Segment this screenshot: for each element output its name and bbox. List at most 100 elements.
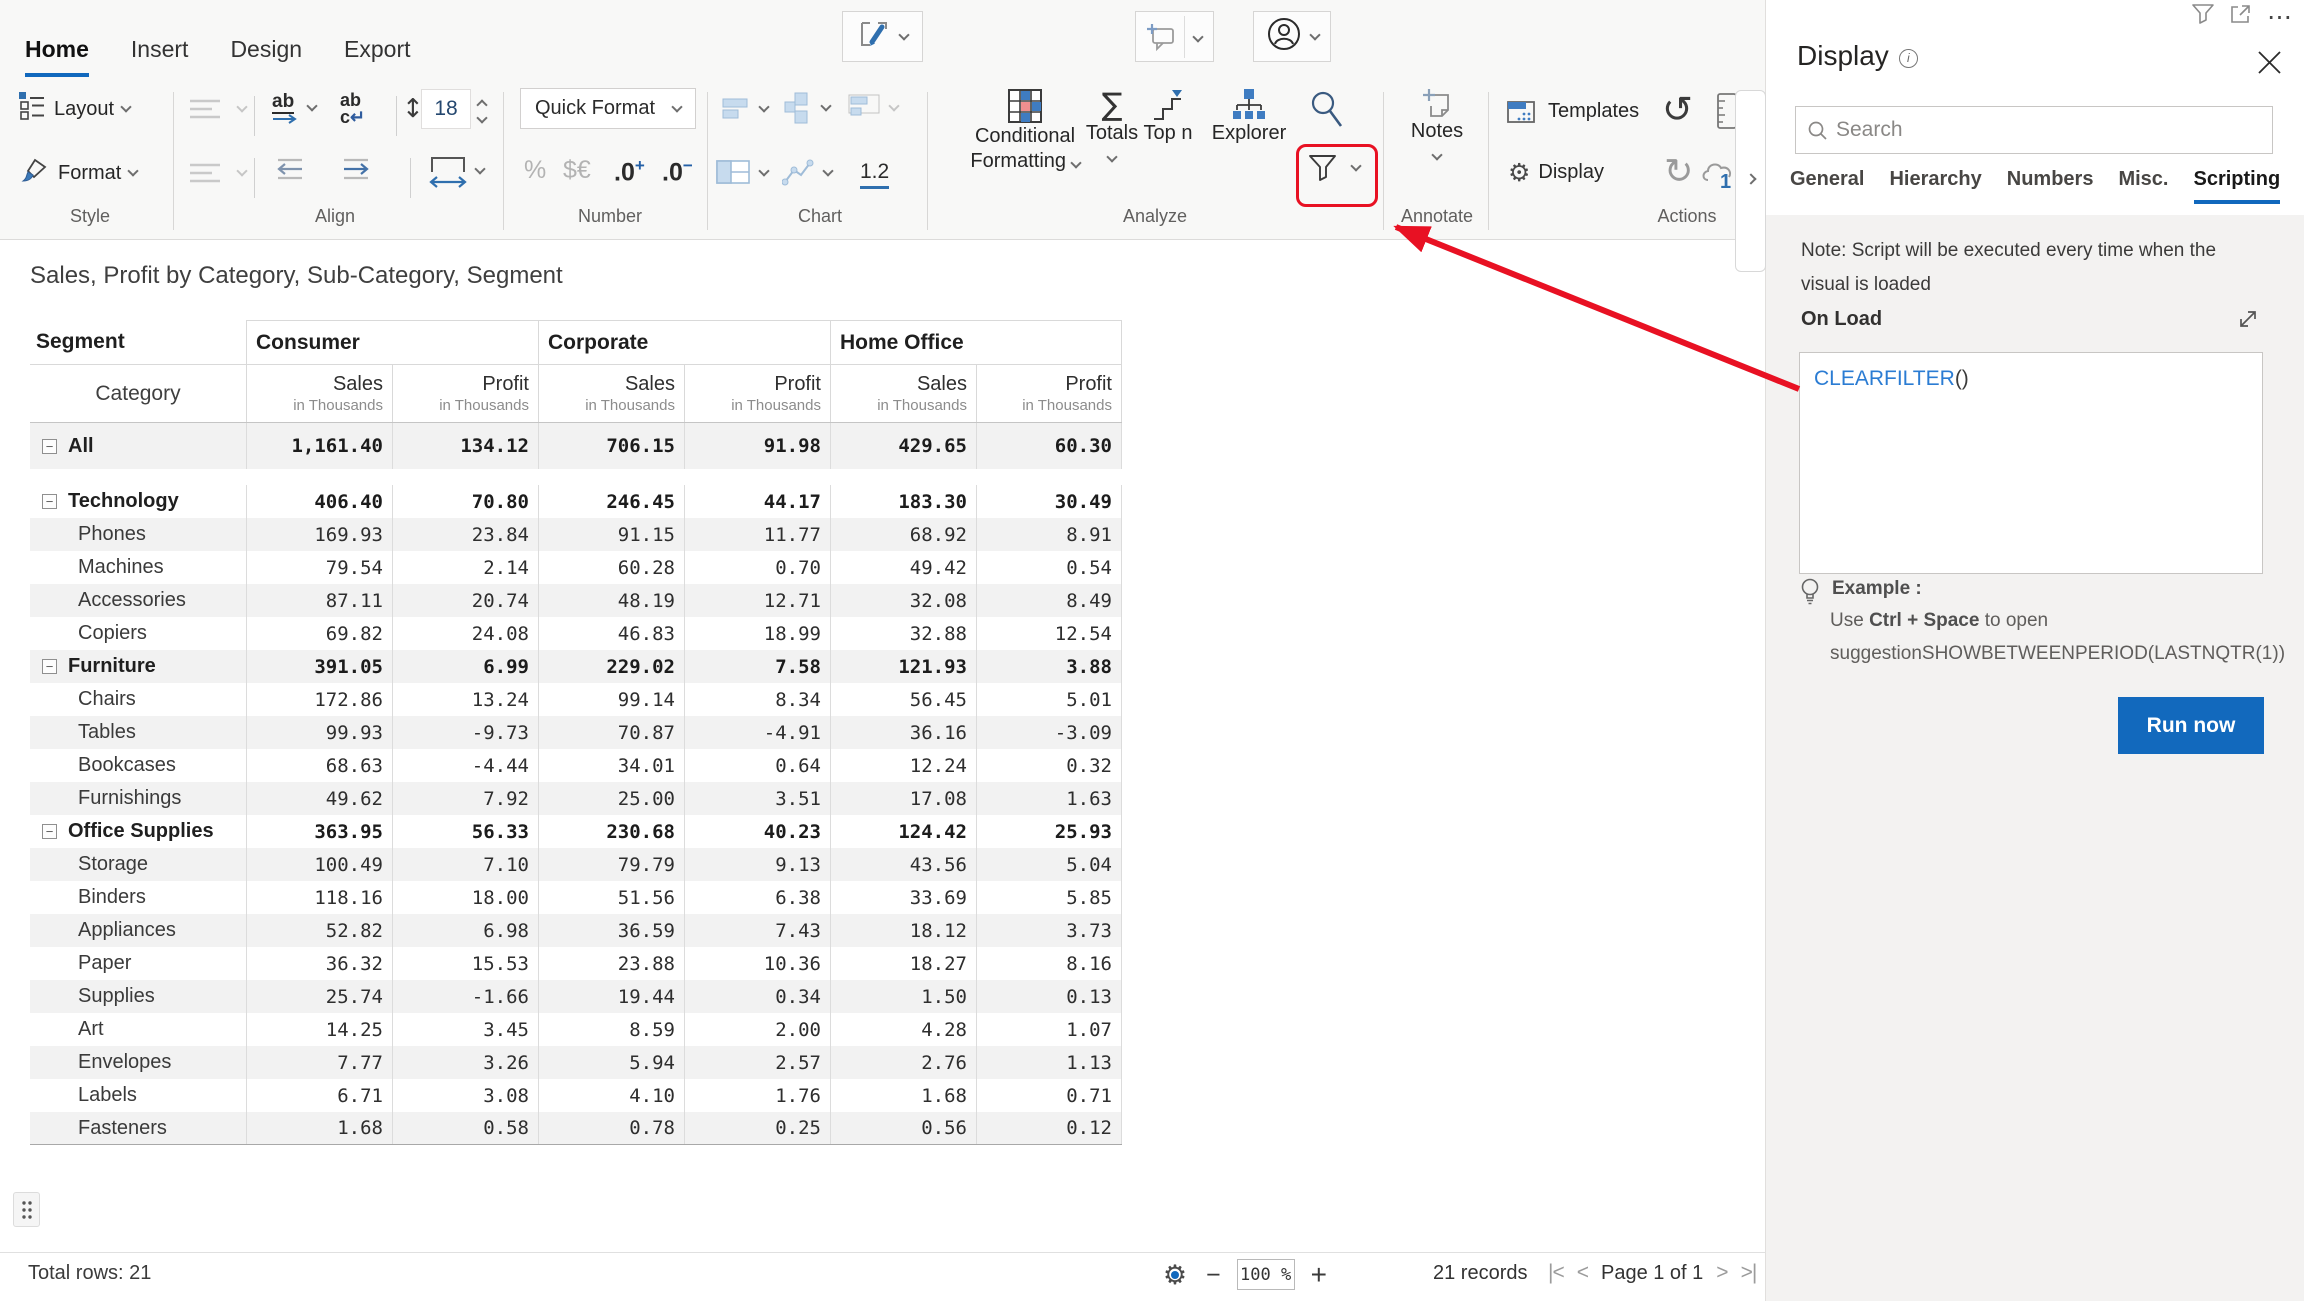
table-row[interactable]: Tables99.93-9.7370.87-4.9136.16-3.09 [30,716,1122,749]
table-row[interactable]: Labels6.713.084.101.761.680.71 [30,1079,1122,1112]
text-overflow-button[interactable]: ab [272,92,316,124]
tab-scripting[interactable]: Scripting [2194,168,2281,204]
tab-home[interactable]: Home [25,36,89,77]
decrease-decimals-button[interactable]: .0− [662,156,693,187]
indent-decrease-button[interactable] [272,158,306,180]
table-row[interactable]: Envelopes7.773.265.942.572.761.13 [30,1046,1122,1079]
tab-hierarchy[interactable]: Hierarchy [1889,168,1981,204]
info-icon[interactable]: i [1899,49,1918,68]
table-row[interactable]: Binders118.1618.0051.566.3833.695.85 [30,881,1122,914]
table-row[interactable]: −All1,161.40134.12706.1591.98429.6560.30 [30,423,1122,469]
templates-button[interactable]: Templates [1506,96,1639,126]
table-row[interactable]: −Furniture391.056.99229.027.58121.933.88 [30,650,1122,683]
close-panel-button[interactable] [2257,50,2282,80]
table-row[interactable]: Bookcases68.63-4.4434.010.6412.240.32 [30,749,1122,782]
wrap-text-button[interactable]: ab c↵ [340,92,365,126]
table-row[interactable]: −Office Supplies363.9556.33230.6840.2312… [30,815,1122,848]
align-vertical-button[interactable] [190,162,246,184]
panel-filter-icon[interactable] [2192,4,2214,29]
script-editor[interactable]: CLEARFILTER() [1799,352,2263,574]
popout-icon[interactable] [2230,4,2251,29]
collapse-toggle[interactable]: − [42,659,57,674]
measure-header-2-0[interactable]: Salesin Thousands [830,365,976,422]
search-data-button[interactable] [1308,90,1346,130]
currency-format-button[interactable]: $€ [563,156,591,185]
group-header-1[interactable]: Corporate [538,320,830,364]
table-row[interactable]: Supplies25.74-1.6619.440.341.500.13 [30,980,1122,1013]
collapse-toggle[interactable]: − [42,439,57,454]
tab-numbers[interactable]: Numbers [2007,168,2094,204]
measure-header-0-1[interactable]: Profitin Thousands [392,365,538,422]
table-row[interactable]: Storage100.497.1079.799.1343.565.04 [30,848,1122,881]
comment-button[interactable] [1135,11,1214,62]
search-input[interactable] [1836,118,2260,142]
increase-decimals-button[interactable]: .0+ [614,156,645,187]
collapse-toggle[interactable]: − [42,494,57,509]
tab-general[interactable]: General [1790,168,1864,204]
chart-bars-button[interactable] [722,96,768,122]
expand-editor-button[interactable] [2237,308,2259,335]
indent-increase-button[interactable] [340,158,374,180]
zoom-out-button[interactable]: − [1206,1262,1221,1288]
layout-button[interactable]: Layout [18,91,130,127]
zoom-level-input[interactable]: 100 % [1237,1259,1295,1290]
redo-button[interactable]: ↻ [1664,152,1693,192]
chart-hierarchy-button[interactable] [782,92,830,124]
table-row[interactable]: Fasteners1.680.580.780.250.560.12 [30,1112,1122,1145]
conditional-formatting-button[interactable]: Conditional Formatting [962,88,1088,174]
top-n-button[interactable]: Top n [1138,88,1198,145]
explorer-button[interactable]: Explorer [1205,88,1293,145]
table-row[interactable]: Machines79.542.1460.280.7049.420.54 [30,551,1122,584]
last-page-button[interactable]: >| [1741,1261,1757,1285]
measure-header-1-0[interactable]: Salesin Thousands [538,365,684,422]
table-row[interactable]: −Technology406.4070.80246.4544.17183.303… [30,485,1122,518]
font-size-input[interactable]: 18 [421,89,471,129]
measure-header-0-0[interactable]: Salesin Thousands [246,365,392,422]
first-page-button[interactable]: |< [1548,1261,1564,1285]
table-row[interactable]: Art14.253.458.592.004.281.07 [30,1013,1122,1046]
measure-header-1-1[interactable]: Profitin Thousands [684,365,830,422]
cell-width-button[interactable] [428,154,484,188]
table-row[interactable]: Copiers69.8224.0846.8318.9932.8812.54 [30,617,1122,650]
filter-button[interactable] [1308,154,1360,182]
table-row[interactable]: Appliances52.826.9836.597.4318.123.73 [30,914,1122,947]
table-row[interactable]: Phones169.9323.8491.1511.7768.928.91 [30,518,1122,551]
measure-header-2-1[interactable]: Profitin Thousands [976,365,1122,422]
group-header-0[interactable]: Consumer [246,320,538,364]
tab-export[interactable]: Export [344,36,410,77]
collapse-toggle[interactable]: − [42,824,57,839]
chart-table-button[interactable] [716,160,768,186]
percent-format-button[interactable]: % [524,156,546,185]
next-page-button[interactable]: > [1716,1261,1727,1285]
decimal-display-button[interactable]: 1.2 [860,160,889,189]
table-settings-button[interactable]: ⚙ [1160,1260,1190,1290]
totals-button[interactable]: ∑ Totals [1080,88,1144,161]
group-header-2[interactable]: Home Office [830,320,1122,364]
quick-format-dropdown[interactable]: Quick Format [520,88,696,129]
tab-insert[interactable]: Insert [131,36,189,77]
table-row[interactable]: Accessories87.1120.7448.1912.7132.088.49 [30,584,1122,617]
cloud-sync-button[interactable]: 1 [1700,156,1736,192]
format-button[interactable]: Format [20,155,137,191]
align-horizontal-button[interactable] [190,98,246,120]
zoom-in-button[interactable]: + [1311,1262,1327,1288]
drag-handle[interactable] [13,1192,40,1227]
chart-window-button[interactable] [848,94,898,122]
notes-button[interactable]: Notes [1403,88,1471,159]
table-row[interactable]: Chairs172.8613.2499.148.3456.455.01 [30,683,1122,716]
edit-visual-button[interactable] [842,11,923,62]
run-now-button[interactable]: Run now [2118,697,2264,754]
table-row[interactable]: Furnishings49.627.9225.003.5117.081.63 [30,782,1122,815]
account-button[interactable] [1253,11,1331,62]
tab-misc[interactable]: Misc. [2118,168,2168,204]
chart-line-button[interactable] [782,158,832,188]
table-row[interactable]: Paper36.3215.5323.8810.3618.278.16 [30,947,1122,980]
font-size-stepper[interactable] [478,97,486,122]
tab-design[interactable]: Design [230,36,302,77]
category-header[interactable]: Category [30,365,246,422]
display-button[interactable]: ⚙ Display [1508,158,1604,187]
more-options-icon[interactable]: ⋯ [2267,8,2292,26]
undo-button[interactable]: ↺ [1662,88,1693,131]
prev-page-button[interactable]: < [1577,1261,1588,1285]
panel-expand-button[interactable] [1735,90,1766,272]
